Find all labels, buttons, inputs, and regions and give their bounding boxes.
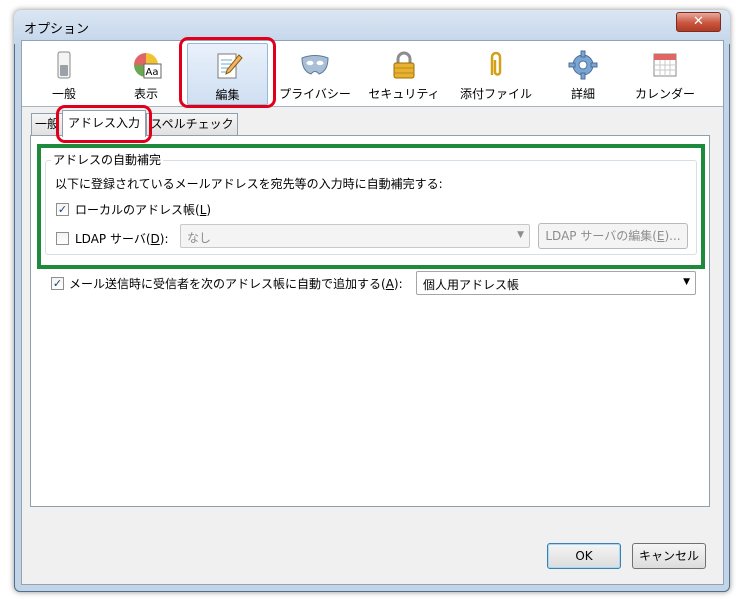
chevron-down-icon: ▼ [683,277,690,287]
tab-address-input[interactable]: アドレス入力 [62,110,146,137]
toolbar-display-button[interactable]: Aa 表示 [112,43,180,105]
paperclip-icon [490,51,502,76]
toolbar-label: プライバシー [279,87,351,101]
edit-highlight-box [179,37,276,108]
auto-add-address-book-value: 個人用アドレス帳 [423,278,520,292]
auto-add-recipients-checkbox[interactable]: ✓ [51,277,64,290]
toolbar-label: 添付ファイル [459,87,532,101]
svg-text:Aa: Aa [146,67,159,78]
toolbar-label: セキュリティ [368,87,440,101]
toolbar-security-button[interactable]: セキュリティ [362,43,446,105]
toolbar-calendar-button[interactable]: カレンダー [628,43,702,105]
gear-icon [568,50,598,80]
calendar-icon [653,53,677,77]
auto-add-recipients-label[interactable]: メール送信時に受信者を次のアドレス帳に自動で追加する(A): [69,275,403,292]
toolbar-label: カレンダー [634,87,695,101]
toolbar-label: 表示 [133,87,158,101]
cancel-button[interactable]: キャンセル [632,543,706,569]
toolbar-general-button[interactable]: 一般 [30,43,98,105]
padlock-icon [393,51,415,79]
close-button[interactable]: ✕ [676,12,721,32]
toolbar-privacy-button[interactable]: プライバシー [276,43,354,105]
toolbar-label: 一般 [51,87,76,101]
auto-add-address-book-select[interactable]: 個人用アドレス帳 ▼ [416,271,696,295]
mask-icon [301,55,329,75]
ok-button[interactable]: OK [547,543,621,569]
toolbar-advanced-button[interactable]: 詳細 [548,43,618,105]
window-title: オプション [24,22,90,37]
title-bar[interactable] [14,10,730,44]
toolbar-attachments-button[interactable]: 添付ファイル [454,43,538,105]
autocomplete-highlight-box [37,144,705,269]
toolbar-label: 詳細 [570,87,595,101]
tab-spell-check[interactable]: スペルチェック [146,113,238,135]
font-display-icon: Aa [134,53,162,79]
switch-icon [57,51,71,79]
